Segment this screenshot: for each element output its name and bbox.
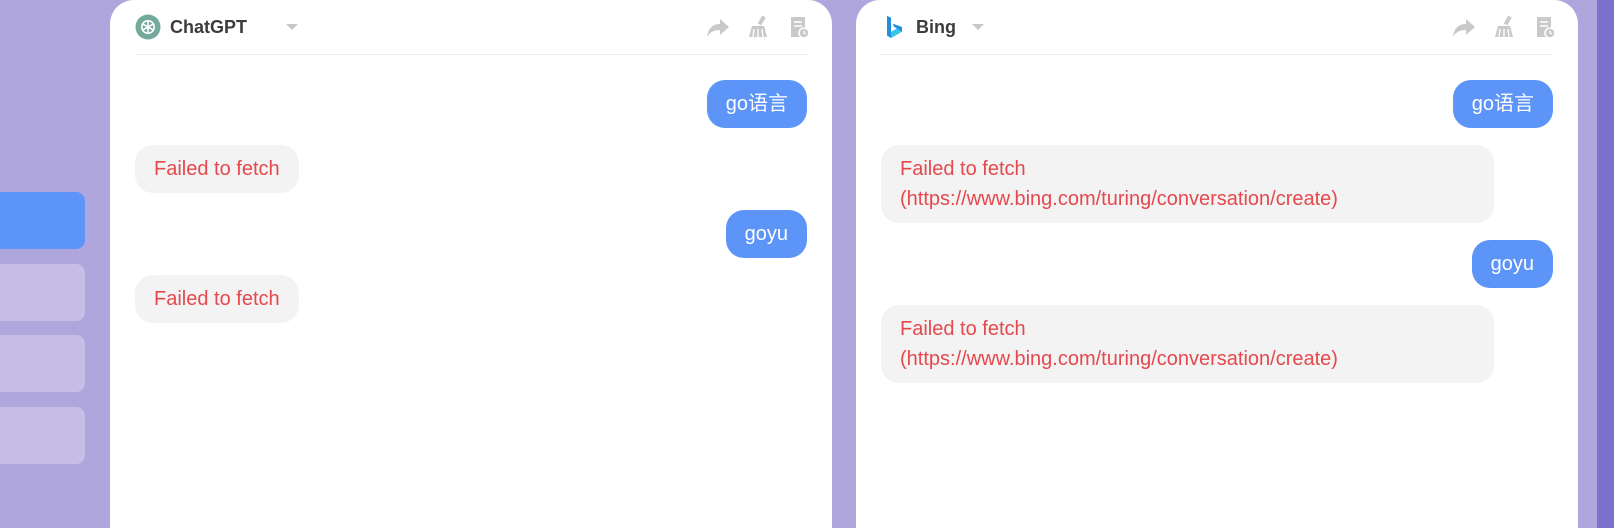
error-url: (https://www.bing.com/turing/conversatio… xyxy=(900,348,1338,370)
user-message: go语言 xyxy=(706,80,807,128)
clear-chat-broom-icon[interactable] xyxy=(746,14,772,40)
sidebar-item[interactable] xyxy=(0,407,85,464)
chat-panel-chatgpt: ChatGPT go语言 Failed to fetch goyu Failed… xyxy=(110,0,832,528)
history-icon[interactable] xyxy=(786,14,812,40)
bing-logo-icon xyxy=(887,16,902,38)
bot-error-message: Failed to fetch xyxy=(135,145,299,193)
error-text: Failed to fetch xyxy=(900,318,1026,340)
error-text: Failed to fetch xyxy=(900,158,1026,180)
panel-header: ChatGPT xyxy=(135,0,810,55)
error-url: (https://www.bing.com/turing/conversatio… xyxy=(900,188,1338,210)
openai-logo-icon xyxy=(135,14,161,40)
bot-error-message: Failed to fetch (https://www.bing.com/tu… xyxy=(881,145,1494,223)
user-message: goyu xyxy=(725,210,807,258)
share-icon[interactable] xyxy=(705,14,731,40)
bot-error-message: Failed to fetch xyxy=(135,275,299,323)
history-icon[interactable] xyxy=(1532,14,1558,40)
bot-error-message: Failed to fetch (https://www.bing.com/tu… xyxy=(881,305,1494,383)
user-message: go语言 xyxy=(1452,80,1553,128)
chat-panel-bing: Bing go语言 Failed to fetch (https://www.b… xyxy=(856,0,1578,528)
scrollbar-strip[interactable] xyxy=(1597,0,1614,528)
bot-name[interactable]: ChatGPT xyxy=(170,17,247,38)
sidebar xyxy=(0,0,90,528)
sidebar-item-active[interactable] xyxy=(0,192,85,249)
sidebar-item[interactable] xyxy=(0,264,85,321)
bot-name[interactable]: Bing xyxy=(916,17,956,38)
user-message: goyu xyxy=(1471,240,1553,288)
chevron-down-icon[interactable] xyxy=(285,22,299,32)
share-icon[interactable] xyxy=(1451,14,1477,40)
clear-chat-broom-icon[interactable] xyxy=(1492,14,1518,40)
chevron-down-icon[interactable] xyxy=(971,22,985,32)
app-stage: ChatGPT go语言 Failed to fetch goyu Failed… xyxy=(0,0,1614,528)
panel-header: Bing xyxy=(881,0,1556,55)
sidebar-item[interactable] xyxy=(0,335,85,392)
